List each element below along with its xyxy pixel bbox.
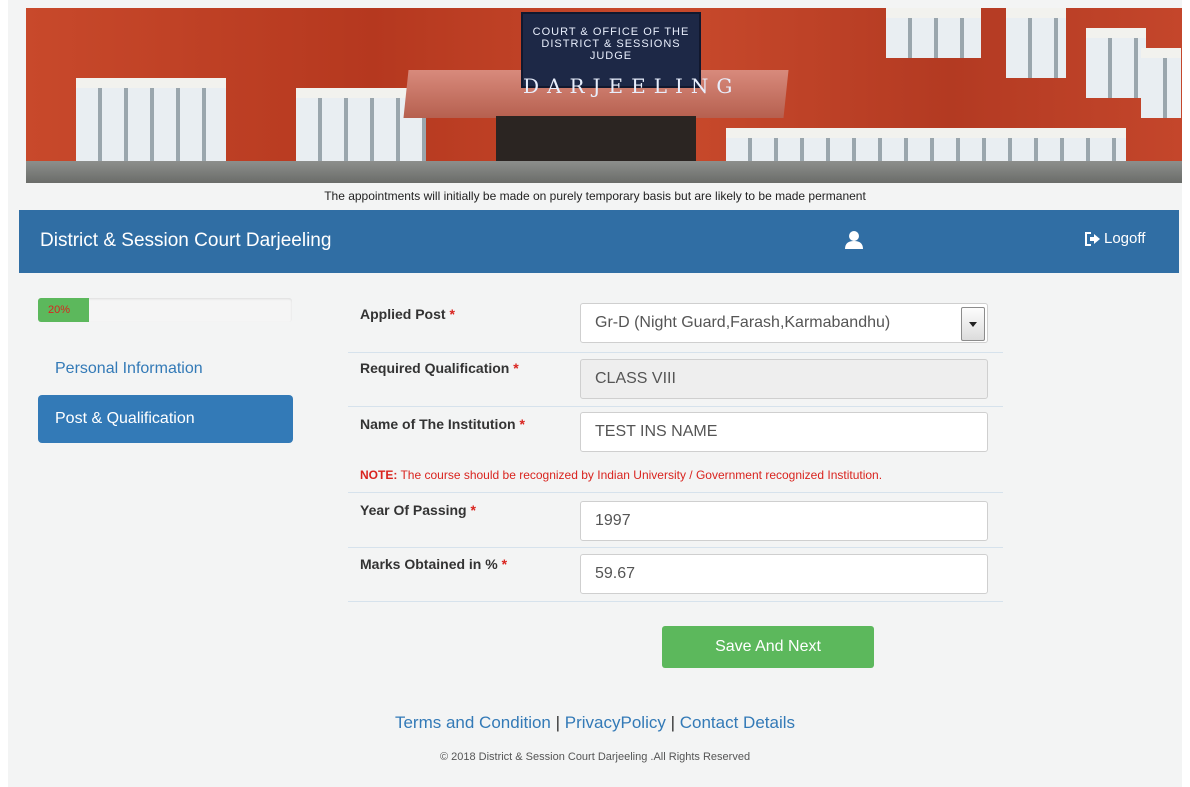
marks-input[interactable]: 59.67 xyxy=(580,554,988,594)
terms-link[interactable]: Terms and Condition xyxy=(395,713,551,732)
site-brand[interactable]: District & Session Court Darjeeling xyxy=(40,230,331,252)
required-qualification-row: Required Qualification * CLASS VIII xyxy=(348,352,1003,407)
caret-down-icon xyxy=(969,321,977,327)
header-banner-image: COURT & OFFICE OF THE DISTRICT & SESSION… xyxy=(26,8,1182,183)
applied-post-select[interactable]: Gr-D (Night Guard,Farash,Karmabandhu) xyxy=(580,303,988,343)
year-of-passing-input[interactable]: 1997 xyxy=(580,501,988,541)
required-qualification-label: Required Qualification xyxy=(360,360,510,376)
year-of-passing-row: Year Of Passing * 1997 xyxy=(348,492,1003,548)
court-sign: COURT & OFFICE OF THE DISTRICT & SESSION… xyxy=(521,12,732,98)
required-marker: * xyxy=(470,502,476,518)
applied-post-label: Applied Post xyxy=(360,306,446,322)
top-navbar: District & Session Court Darjeeling Logo… xyxy=(19,210,1179,273)
marks-label: Marks Obtained in % xyxy=(360,556,498,572)
sidebar-item-post-qualification[interactable]: Post & Qualification xyxy=(38,395,293,443)
user-icon[interactable] xyxy=(845,230,863,250)
privacy-link[interactable]: PrivacyPolicy xyxy=(565,713,666,732)
footer-separator: | xyxy=(665,713,680,732)
footer-links: Terms and Condition | PrivacyPolicy | Co… xyxy=(0,713,1190,733)
required-marker: * xyxy=(501,556,508,572)
note-text: The course should be recognized by India… xyxy=(397,468,883,482)
marks-row: Marks Obtained in % * 59.67 xyxy=(348,547,1003,602)
copyright-text: © 2018 District & Session Court Darjeeli… xyxy=(439,751,751,763)
required-qualification-field: CLASS VIII xyxy=(580,359,988,399)
sidebar-item-personal-information[interactable]: Personal Information xyxy=(38,345,293,393)
institution-row: Name of The Institution * TEST INS NAME xyxy=(348,406,1003,460)
court-sign-line1: COURT & OFFICE OF THE DISTRICT & SESSION… xyxy=(532,26,690,62)
select-dropdown-button[interactable] xyxy=(961,307,985,341)
institution-label: Name of The Institution xyxy=(360,416,516,432)
logoff-button[interactable]: Logoff xyxy=(1083,230,1145,247)
form-progress-bar: 20% xyxy=(38,298,292,322)
logoff-label: Logoff xyxy=(1104,230,1146,247)
applied-post-row: Applied Post * Gr-D (Night Guard,Farash,… xyxy=(348,290,1003,353)
contact-link[interactable]: Contact Details xyxy=(680,713,795,732)
footer-separator: | xyxy=(550,713,565,732)
page: COURT & OFFICE OF THE DISTRICT & SESSION… xyxy=(8,0,1182,787)
year-of-passing-label: Year Of Passing xyxy=(360,502,467,518)
course-recognition-note: NOTE: The course should be recognized by… xyxy=(360,468,882,482)
logout-icon xyxy=(1085,231,1100,246)
note-prefix: NOTE: xyxy=(360,468,398,482)
applied-post-value: Gr-D (Night Guard,Farash,Karmabandhu) xyxy=(595,314,891,331)
institution-input[interactable]: TEST INS NAME xyxy=(580,412,988,452)
court-sign-line2: DARJEELING xyxy=(523,74,741,98)
save-and-next-button[interactable]: Save And Next xyxy=(662,626,874,668)
required-marker: * xyxy=(513,360,519,376)
notice-marquee: The appointments will initially be made … xyxy=(324,189,866,203)
required-marker: * xyxy=(449,306,455,322)
required-marker: * xyxy=(519,416,525,432)
progress-fill: 20% xyxy=(38,298,89,322)
